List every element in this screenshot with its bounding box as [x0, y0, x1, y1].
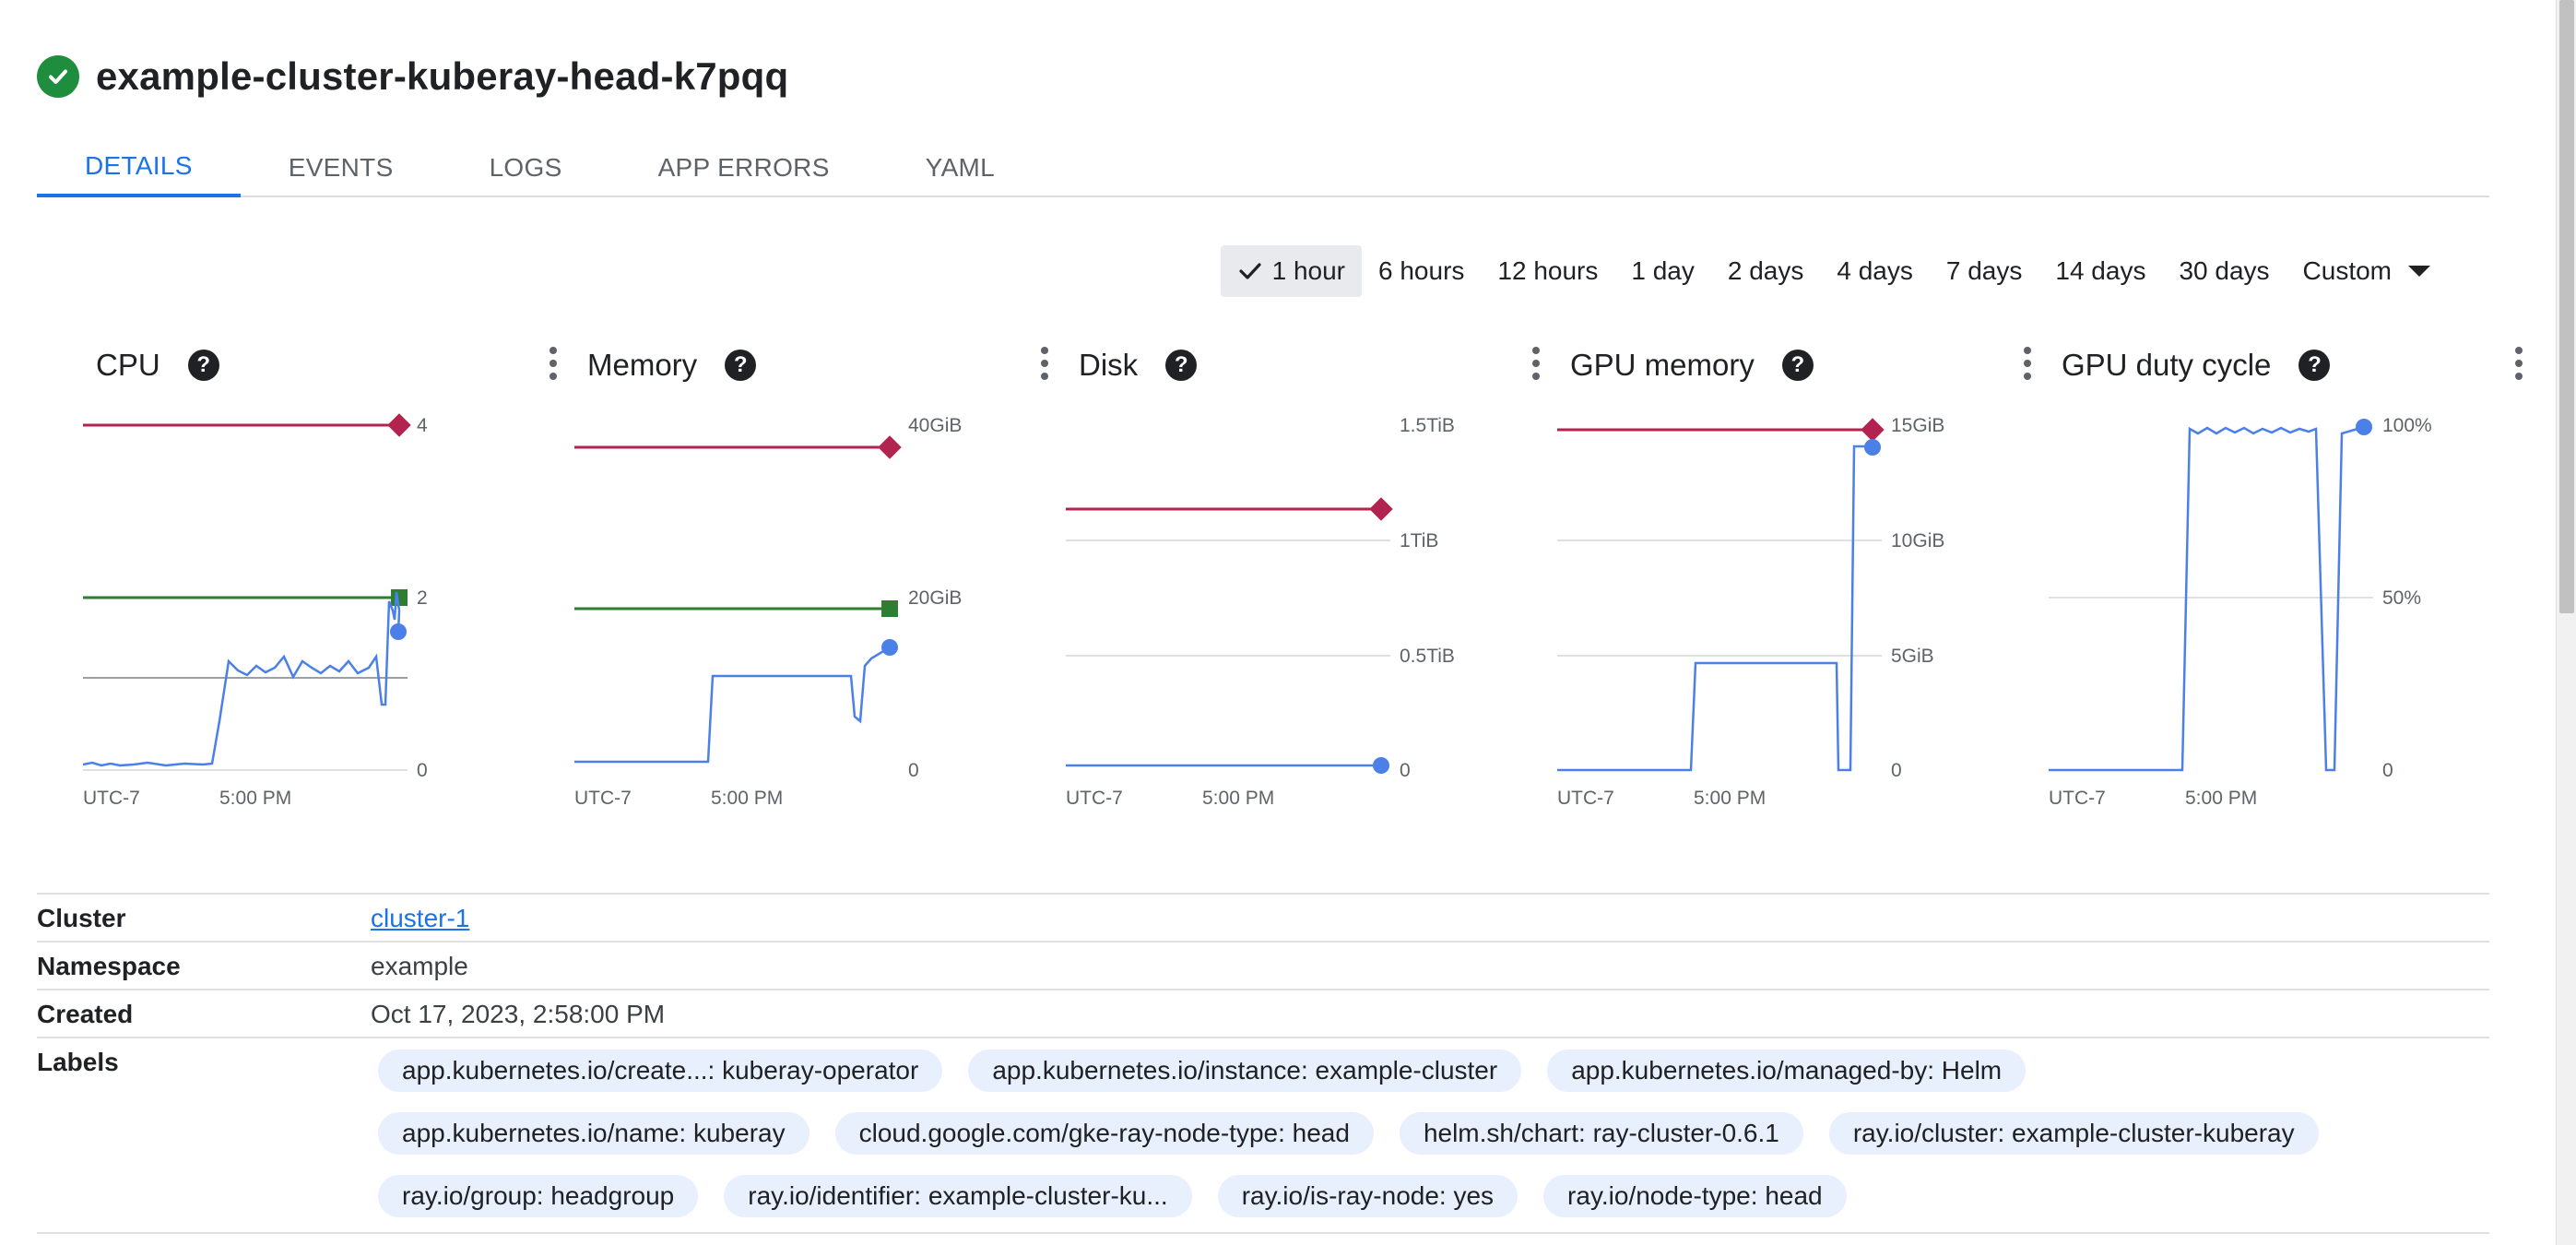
range-14-days-button[interactable]: 14 days [2038, 245, 2162, 297]
labels-list: app.kubernetes.io/create...: kuberay-ope… [371, 1038, 2436, 1232]
scrollbar-thumb[interactable] [2559, 0, 2574, 613]
range-30-days-button[interactable]: 30 days [2162, 245, 2286, 297]
y-tick-label: 0.5TiB [1400, 646, 1455, 667]
disk-plot: 1.5TiB 1TiB 0.5TiB 0 UTC-7 5:00 PM [1066, 415, 1455, 809]
x-tick-label: UTC-7 [1557, 788, 1614, 809]
x-tick-label: 5:00 PM [1694, 788, 1766, 809]
gpu-duty-cycle-plot: 100% 50% 0 UTC-7 5:00 PM [2049, 415, 2432, 809]
range-1-day-button[interactable]: 1 day [1614, 245, 1711, 297]
label-chip: ray.io/group: headgroup [378, 1175, 699, 1217]
tab-yaml[interactable]: YAML [878, 138, 1043, 197]
range-label: Custom [2302, 256, 2392, 285]
created-row: Created Oct 17, 2023, 2:58:00 PM [37, 989, 2489, 1037]
x-tick-label: 5:00 PM [2185, 788, 2257, 809]
caret-down-icon [2408, 266, 2430, 277]
y-tick-label: 0 [908, 760, 919, 781]
annotations-row: Annotations ray.io/ft-enabled: false [37, 1232, 2489, 1245]
y-tick-label: 0 [1891, 760, 1902, 781]
x-tick-label: UTC-7 [1066, 788, 1123, 809]
y-tick-label: 5GiB [1891, 646, 1934, 667]
tab-bar: DETAILS EVENTS LOGS APP ERRORS YAML [37, 138, 2489, 197]
x-tick-label: 5:00 PM [711, 788, 783, 809]
label-chip: app.kubernetes.io/managed-by: Helm [1547, 1049, 2027, 1092]
details-table: Cluster cluster-1 Namespace example Crea… [37, 893, 2489, 1245]
tab-events[interactable]: EVENTS [241, 138, 442, 197]
x-tick-label: 5:00 PM [219, 788, 291, 809]
range-2-days-button[interactable]: 2 days [1711, 245, 1821, 297]
y-tick-label: 0 [2382, 760, 2393, 781]
x-tick-label: UTC-7 [2049, 788, 2106, 809]
vertical-scrollbar[interactable] [2556, 0, 2576, 1245]
range-1-hour-button[interactable]: 1 hour [1220, 245, 1362, 297]
memory-chart: Memory ? 40GiB 20GiB 0 UTC-7 5:00 PM [574, 332, 1065, 848]
range-custom-dropdown[interactable]: Custom [2286, 245, 2447, 297]
page-title: example-cluster-kuberay-head-k7pqq [96, 54, 789, 98]
x-tick-label: UTC-7 [83, 788, 140, 809]
cpu-plot: 4 2 0 UTC-7 5:00 PM [83, 413, 428, 809]
range-12-hours-button[interactable]: 12 hours [1481, 245, 1614, 297]
gpu-duty-cycle-chart: GPU duty cycle ? 100% 50% 0 UTC-7 5:00 PM [2049, 332, 2539, 848]
row-key: Labels [37, 1048, 119, 1076]
annotations-value: ray.io/ft-enabled: false [371, 1234, 742, 1245]
tab-details[interactable]: DETAILS [37, 138, 241, 197]
y-tick-label: 0 [1400, 760, 1411, 781]
label-chip: ray.io/node-type: head [1543, 1175, 1847, 1217]
y-tick-label: 40GiB [908, 415, 962, 436]
header: example-cluster-kuberay-head-k7pqq [37, 54, 789, 98]
label-chip: ray.io/cluster: example-cluster-kuberay [1828, 1112, 2319, 1155]
label-chip: app.kubernetes.io/create...: kuberay-ope… [378, 1049, 943, 1092]
label-chip: ray.io/identifier: example-cluster-ku... [724, 1175, 1192, 1217]
labels-row: Labels app.kubernetes.io/create...: kube… [37, 1037, 2489, 1232]
tab-logs[interactable]: LOGS [442, 138, 610, 197]
y-tick-label: 100% [2382, 415, 2432, 436]
namespace-row: Namespace example [37, 941, 2489, 989]
row-key: Cluster [37, 904, 126, 932]
label-chip: helm.sh/chart: ray-cluster-0.6.1 [1399, 1112, 1803, 1155]
gpu-memory-chart: GPU memory ? 15GiB 10GiB 5GiB 0 UTC-7 5:0… [1557, 332, 2048, 848]
cluster-row: Cluster cluster-1 [37, 893, 2489, 941]
row-key: Created [37, 1000, 134, 1028]
y-tick-label: 0 [417, 760, 428, 781]
row-key: Annotations [37, 1234, 371, 1245]
y-tick-label: 1.5TiB [1400, 415, 1455, 436]
range-4-days-button[interactable]: 4 days [1820, 245, 1930, 297]
y-tick-label: 2 [417, 587, 428, 609]
row-key: Namespace [37, 952, 181, 980]
workload-details-page: example-cluster-kuberay-head-k7pqq DETAI… [0, 0, 2576, 1245]
y-tick-label: 1TiB [1400, 530, 1438, 551]
label-chip: app.kubernetes.io/instance: example-clus… [968, 1049, 1522, 1092]
y-tick-label: 15GiB [1891, 415, 1944, 436]
label-chip: cloud.google.com/gke-ray-node-type: head [834, 1112, 1374, 1155]
x-tick-label: 5:00 PM [1202, 788, 1274, 809]
cluster-link[interactable]: cluster-1 [371, 904, 469, 932]
time-range-selector: 1 hour 6 hours 12 hours 1 day 2 days 4 d… [1220, 245, 2447, 297]
y-tick-label: 10GiB [1891, 530, 1944, 551]
gpu-memory-plot: 15GiB 10GiB 5GiB 0 UTC-7 5:00 PM [1557, 415, 1944, 809]
memory-plot: 40GiB 20GiB 0 UTC-7 5:00 PM [574, 415, 962, 809]
check-circle-icon [37, 55, 79, 98]
y-tick-label: 50% [2382, 587, 2421, 609]
namespace-value: example [371, 952, 468, 980]
range-6-hours-button[interactable]: 6 hours [1362, 245, 1481, 297]
label-chip: ray.io/is-ray-node: yes [1217, 1175, 1518, 1217]
check-icon [1238, 263, 1261, 279]
range-label: 1 hour [1271, 256, 1345, 285]
y-tick-label: 20GiB [908, 587, 962, 609]
tab-app-errors[interactable]: APP ERRORS [610, 138, 878, 197]
x-tick-label: UTC-7 [574, 788, 632, 809]
created-value: Oct 17, 2023, 2:58:00 PM [371, 1000, 666, 1028]
label-chip: app.kubernetes.io/name: kuberay [378, 1112, 809, 1155]
y-tick-label: 4 [417, 415, 428, 436]
range-7-days-button[interactable]: 7 days [1930, 245, 2039, 297]
disk-chart: Disk ? 1.5TiB 1TiB 0.5TiB 0 UTC-7 5:00 PM [1066, 332, 1556, 848]
cpu-chart: CPU ? 4 2 0 UTC-7 5:00 PM [83, 332, 573, 848]
